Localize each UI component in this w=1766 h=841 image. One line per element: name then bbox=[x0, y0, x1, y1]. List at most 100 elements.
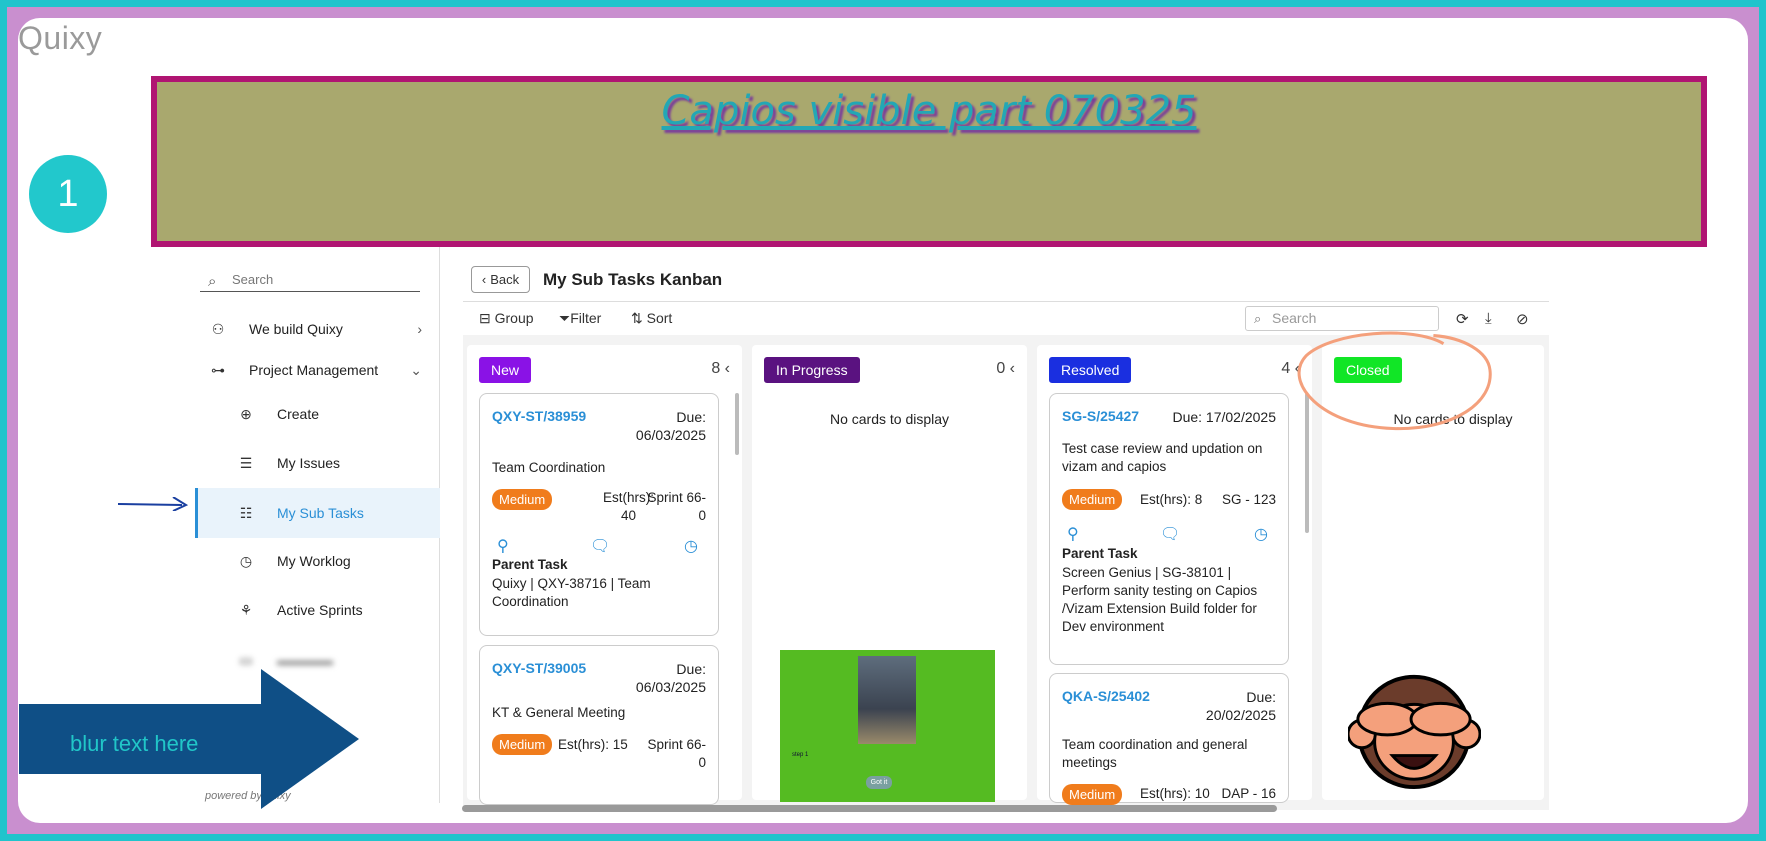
est-value: 40 bbox=[620, 508, 637, 523]
clock-icon[interactable]: ◷ bbox=[1254, 524, 1268, 544]
due-label: Due: bbox=[1246, 689, 1276, 705]
column-title-resolved: Resolved bbox=[1049, 357, 1132, 383]
card-title: Team coordination and general meetings bbox=[1062, 736, 1277, 772]
title-line: Test case review and updation on bbox=[1062, 441, 1263, 456]
task-card[interactable]: QXY-ST/38959 Due: 06/03/2025 Team Coordin… bbox=[479, 393, 719, 636]
parent-line: Perform sanity testing on Capios bbox=[1062, 583, 1258, 598]
est-label: Est(hrs): bbox=[603, 490, 655, 505]
kanban-search-placeholder: Search bbox=[1272, 310, 1317, 326]
priority-badge: Medium bbox=[1062, 784, 1123, 805]
search-icon: ⌕ bbox=[1254, 311, 1262, 326]
sidebar-item-label: My Worklog bbox=[277, 553, 351, 569]
sidebar-item-label: We build Quixy bbox=[249, 321, 343, 337]
comments-icon[interactable]: 🗨 bbox=[1160, 524, 1180, 544]
download-icon[interactable]: ⤓ bbox=[1485, 310, 1492, 327]
card-id[interactable]: SG-S/25427 bbox=[1062, 408, 1139, 424]
sidebar-search-input[interactable]: ⌕ Search bbox=[200, 268, 420, 292]
sidebar-item-we-build-quixy[interactable]: ⚇ We build Quixy › bbox=[195, 307, 440, 351]
title-line: vizam and capios bbox=[1062, 459, 1167, 474]
sort-button[interactable]: ⇅ Sort bbox=[631, 310, 672, 327]
checklist-icon: ☷ bbox=[239, 504, 253, 521]
chevron-down-icon: ⌄ bbox=[410, 361, 422, 378]
sprint: Sprint 66- 0 bbox=[647, 736, 706, 772]
got-it-button[interactable]: Got it bbox=[866, 776, 892, 789]
task-card[interactable]: QXY-ST/39005 Due: 06/03/2025 KT & General… bbox=[479, 645, 719, 805]
priority-badge: Medium bbox=[492, 734, 553, 755]
column-count[interactable]: 8 ‹ bbox=[711, 360, 730, 378]
runner-icon: ⚘ bbox=[239, 601, 253, 618]
sidebar-item-my-sub-tasks[interactable]: ☷ My Sub Tasks bbox=[195, 488, 440, 538]
title-line: meetings bbox=[1062, 755, 1117, 770]
parent-line: Quixy | QXY-38716 | Team bbox=[492, 576, 651, 591]
divider bbox=[463, 301, 1549, 302]
user-icon[interactable]: ⚲ bbox=[497, 536, 509, 556]
sidebar-item-active-sprints[interactable]: ⚘ Active Sprints bbox=[195, 588, 440, 632]
parent-line: Coordination bbox=[492, 594, 569, 609]
column-title-in-progress: In Progress bbox=[764, 357, 860, 383]
sidebar-item-label: Active Sprints bbox=[277, 602, 363, 618]
refresh-icon[interactable]: ⟳ bbox=[1456, 310, 1469, 328]
hide-icon[interactable]: ⊘ bbox=[1516, 310, 1529, 328]
user-icon[interactable]: ⚲ bbox=[1067, 524, 1079, 544]
sprint-b: 0 bbox=[698, 508, 706, 523]
column-count[interactable]: 0 ‹ bbox=[996, 360, 1015, 378]
app-brand: Quixy bbox=[18, 20, 103, 56]
group-button[interactable]: ⊟ Group bbox=[479, 310, 534, 327]
card-title: Test case review and updation on vizam an… bbox=[1062, 440, 1277, 476]
estimate: Est(hrs): 40 bbox=[603, 489, 654, 525]
count-value: 0 bbox=[996, 360, 1006, 377]
plus-circle-icon: ⊕ bbox=[240, 405, 252, 422]
column-new: New 8 ‹ QXY-ST/38959 Due: 06/03/2025 Team… bbox=[467, 345, 742, 805]
filter-icon: ⏷ bbox=[559, 310, 571, 326]
card-title: KT & General Meeting bbox=[492, 705, 626, 720]
card-id[interactable]: QXY-ST/39005 bbox=[492, 660, 586, 676]
building-photo bbox=[858, 656, 916, 744]
back-button[interactable]: ‹ Back bbox=[471, 266, 530, 293]
card-id[interactable]: QKA-S/25402 bbox=[1062, 688, 1150, 704]
card-id[interactable]: QXY-ST/38959 bbox=[492, 408, 586, 424]
scrollbar[interactable] bbox=[735, 393, 739, 455]
annotation-banner: Capios visible part 070325 bbox=[151, 76, 1707, 247]
parent-line: /Vizam Extension Build folder for bbox=[1062, 601, 1257, 616]
clock-icon: ◷ bbox=[239, 552, 253, 569]
chevron-right-icon: › bbox=[417, 321, 422, 337]
card-due: Due: 20/02/2025 bbox=[1206, 688, 1276, 724]
parent-line: Dev environment bbox=[1062, 619, 1165, 634]
sidebar-item-my-issues[interactable]: ☰ My Issues bbox=[195, 441, 440, 485]
back-label: Back bbox=[490, 272, 520, 287]
parent-task-text: Quixy | QXY-38716 | Team Coordination bbox=[492, 575, 712, 611]
parent-task-label: Parent Task bbox=[1062, 546, 1138, 561]
sidebar-item-label: My Sub Tasks bbox=[277, 505, 364, 521]
estimate: Est(hrs): 8 bbox=[1140, 492, 1203, 507]
sprint-a: Sprint 66- bbox=[647, 490, 706, 505]
horizontal-scrollbar[interactable] bbox=[462, 805, 1277, 812]
task-card[interactable]: QKA-S/25402 Due: 20/02/2025 Team coordina… bbox=[1049, 673, 1289, 805]
search-icon: ⌕ bbox=[208, 273, 217, 290]
sidebar-item-my-worklog[interactable]: ◷ My Worklog bbox=[195, 539, 440, 583]
parent-line: Screen Genius | SG-38101 | bbox=[1062, 565, 1232, 580]
group-icon: ⊟ bbox=[479, 310, 495, 326]
sprint: Sprint 66- 0 bbox=[647, 489, 706, 525]
estimate: Est(hrs): 10 bbox=[1140, 786, 1210, 801]
due-date: 06/03/2025 bbox=[635, 427, 706, 443]
title-line: Team coordination and general bbox=[1062, 737, 1248, 752]
sidebar-item-create[interactable]: ⊕ Create bbox=[195, 392, 440, 436]
due-date: 20/02/2025 bbox=[1205, 707, 1276, 723]
due-date: 06/03/2025 bbox=[635, 679, 706, 695]
card-due: Due: 06/03/2025 bbox=[636, 660, 706, 696]
comments-icon[interactable]: 🗨 bbox=[590, 536, 610, 556]
sidebar-search-placeholder: Search bbox=[232, 272, 274, 287]
sprint-a: Sprint 66- bbox=[647, 737, 706, 752]
sidebar-item-label: Project Management bbox=[249, 362, 379, 378]
highlight-circle bbox=[1297, 331, 1492, 431]
filter-button[interactable]: ⏷Filter bbox=[559, 310, 601, 327]
task-card[interactable]: SG-S/25427 Due: 17/02/2025 Test case rev… bbox=[1049, 393, 1289, 665]
group-label: Group bbox=[494, 310, 534, 326]
hierarchy-icon: ⊶ bbox=[211, 361, 225, 378]
list-icon: ☰ bbox=[239, 454, 253, 471]
clock-icon[interactable]: ◷ bbox=[684, 536, 698, 556]
card-due: Due: 06/03/2025 bbox=[636, 408, 706, 444]
sidebar-item-label: My Issues bbox=[277, 455, 341, 471]
priority-badge: Medium bbox=[492, 489, 553, 510]
sidebar-item-project-management[interactable]: ⊶ Project Management ⌄ bbox=[195, 348, 440, 392]
